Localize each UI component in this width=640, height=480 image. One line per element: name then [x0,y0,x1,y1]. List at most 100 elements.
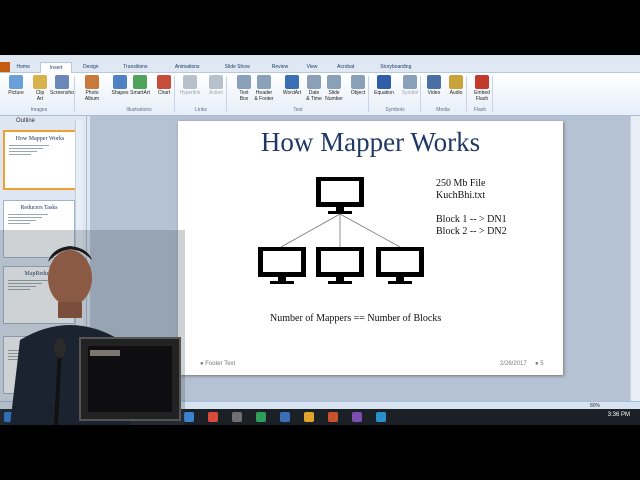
taskbar-app-icon[interactable] [352,412,362,422]
ribbon-group-divider [226,76,227,112]
ribbon-group-divider [466,76,467,112]
taskbar-app-icon[interactable] [328,412,338,422]
ribbon-button-label: Slide Number [325,90,343,102]
ribbon-group-symbols: Symbols [385,107,405,113]
wordart-icon [285,75,299,89]
object-button[interactable]: Object [346,75,370,96]
current-slide[interactable]: How Mapper Works 250 Mb File KuchBhi.txt… [178,121,563,375]
mapper-caption[interactable]: Number of Mappers == Number of Blocks [270,313,441,325]
tab-view[interactable]: View [301,62,323,72]
ribbon-button-label: Picture [8,90,24,96]
slide-thumbnail[interactable]: How Mapper Works [3,130,77,190]
taskbar-app-icon[interactable] [280,412,290,422]
block-mapping-text[interactable]: Block 1 -- > DN1 Block 2 -- > DN2 [436,214,507,238]
slide-number-icon [327,75,341,89]
ribbon: Picture Clip Art Screenshot Photo Album Shap… [0,73,640,116]
video-icon [427,75,441,89]
monitor-icon-right [376,247,424,284]
ribbon-button-label: Shapes [111,90,129,96]
smartart-icon [133,75,147,89]
ribbon-button-label: Hyperlink [179,90,201,96]
shapes-icon [113,75,127,89]
equation-button[interactable]: Equation [372,75,396,96]
tab-design[interactable]: Design [76,62,106,72]
tab-animations[interactable]: Animations [165,62,209,72]
clip-art-button[interactable]: Clip Art [28,75,52,102]
ribbon-button-label: Object [350,90,366,96]
ribbon-group-flash: Flash [473,107,487,113]
ribbon-button-label: Photo Album [84,90,100,102]
action-icon [209,75,223,89]
thumbnail-content [8,214,70,224]
ribbon-button-label: Clip Art [35,90,45,102]
photo-album-button[interactable]: Photo Album [80,75,104,102]
tab-storyboarding[interactable]: Storyboarding [368,62,423,72]
ribbon-button-label: Video [427,90,441,96]
taskbar-app-icon[interactable] [208,412,218,422]
monitor-icon-center [316,247,364,284]
ribbon-button-label: Symbol [401,90,419,96]
tab-transitions[interactable]: Transitions [112,62,160,72]
video-button[interactable]: Video [422,75,446,96]
taskbar-app-icon[interactable] [232,412,242,422]
symbol-button[interactable]: Symbol [398,75,422,96]
ribbon-button-label: SmartArt [130,90,150,96]
file-info-text[interactable]: 250 Mb File KuchBhi.txt [436,178,485,202]
hyperlink-button[interactable]: Hyperlink [178,75,202,96]
equation-icon [377,75,391,89]
tab-slide-show[interactable]: Slide Show [215,62,259,72]
ribbon-group-media: Media [436,107,450,113]
date-time-icon [307,75,321,89]
monitor-icon-left [258,247,306,284]
taskbar-app-icon[interactable] [376,412,386,422]
embed-flash-button[interactable]: Embed Flash [470,75,494,102]
thumbnail-content [9,145,71,155]
text-box-icon [237,75,251,89]
tab-home[interactable]: Home [12,62,34,72]
tab-acrobat[interactable]: Acrobat [329,62,362,72]
file-tab[interactable] [0,62,10,72]
ribbon-group-divider [492,76,493,112]
presenter-webcam-overlay [0,230,185,425]
hyperlink-icon [183,75,197,89]
ribbon-button-label: Action [209,90,223,96]
editor-scrollbar[interactable] [630,116,640,401]
picture-icon [9,75,23,89]
outline-tab[interactable]: Outline [16,118,35,124]
taskbar-app-icon[interactable] [256,412,266,422]
tab-insert[interactable]: Insert [40,62,72,73]
ribbon-button-label: Screenshot [50,90,76,96]
ribbon-button-label: Date & Time [306,90,322,102]
taskbar-app-icon[interactable] [184,412,194,422]
ribbon-group-links: Links [195,107,207,113]
ribbon-button-label: Audio [449,90,463,96]
audio-button[interactable]: Audio [444,75,468,96]
mapper-diagram [258,177,424,284]
wordart-button[interactable]: WordArt [280,75,304,96]
embed-flash-icon [475,75,489,89]
ribbon-group-divider [368,76,369,112]
smartart-button[interactable]: SmartArt [128,75,152,96]
ribbon-button-label: Equation [374,90,394,96]
ribbon-group-divider [174,76,175,112]
taskbar-clock[interactable]: 3:36 PM [608,412,630,418]
taskbar-app-icon[interactable] [304,412,314,422]
picture-button[interactable]: Picture [4,75,28,96]
screenshot-button[interactable]: Screenshot [50,75,76,96]
ribbon-button-label: WordArt [282,90,302,96]
chart-button[interactable]: Chart [152,75,176,96]
audio-icon [449,75,463,89]
slide-number: ● 5 [535,361,544,367]
symbol-icon [403,75,417,89]
ribbon-group-illustrations: Illustrations [126,107,152,113]
clip-art-icon [33,75,47,89]
ribbon-group-text: Text [293,107,303,113]
action-button[interactable]: Action [204,75,228,96]
tab-review[interactable]: Review [265,62,295,72]
monitor-icon-top [316,177,364,214]
slide-number-button[interactable]: Slide Number [322,75,346,102]
slide-date: 2/26/2017 [500,361,527,367]
thumbnail-title: Reducers Tasks [20,205,58,211]
header-footer-button[interactable]: Header & Footer [252,75,276,102]
photo-album-icon [85,75,99,89]
